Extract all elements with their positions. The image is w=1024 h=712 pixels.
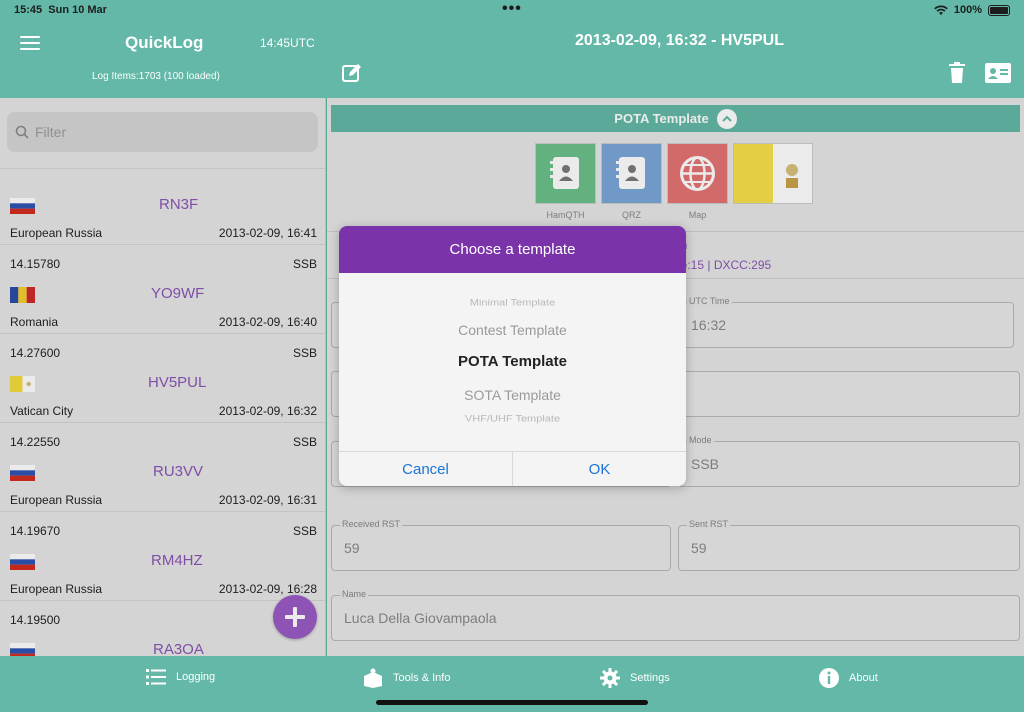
status-time: 15:45 xyxy=(14,4,43,16)
template-picker[interactable]: Minimal Template Contest Template POTA T… xyxy=(339,273,686,451)
utc-clock: 14:45UTC xyxy=(260,36,315,50)
dialog-title: Choose a template xyxy=(339,226,686,273)
battery-percent: 100% xyxy=(953,4,982,16)
status-time-date: 15:45 Sun 10 Mar xyxy=(14,4,107,16)
edit-icon[interactable] xyxy=(341,62,363,84)
tab-logging-label: Logging xyxy=(176,671,216,683)
picker-option[interactable]: Contest Template xyxy=(339,322,686,338)
tab-tools-info[interactable]: Tools & Info xyxy=(363,668,450,688)
dialog-buttons: Cancel OK xyxy=(339,451,686,486)
info-icon xyxy=(819,668,839,688)
hamburger-menu-icon[interactable] xyxy=(20,36,40,50)
detail-title: 2013-02-09, 16:32 - HV5PUL xyxy=(575,32,784,49)
log-count: Log Items:1703 (100 loaded) xyxy=(92,71,220,82)
cancel-button[interactable]: Cancel xyxy=(339,452,512,486)
tab-logging[interactable]: Logging xyxy=(146,668,215,686)
tab-about[interactable]: About xyxy=(819,668,878,688)
top-header: 15:45 Sun 10 Mar ••• 100% QuickLog 14:45… xyxy=(0,0,1024,98)
picker-option-selected[interactable]: POTA Template xyxy=(339,353,686,370)
status-right: 100% xyxy=(934,4,1010,16)
status-date: Sun 10 Mar xyxy=(48,4,107,16)
app-title: QuickLog xyxy=(125,33,204,52)
home-indicator[interactable] xyxy=(376,700,648,705)
gear-icon xyxy=(600,668,620,688)
multitask-dots[interactable]: ••• xyxy=(502,0,522,18)
picker-option[interactable]: VHF/UHF Template xyxy=(339,414,686,424)
ok-button[interactable]: OK xyxy=(512,452,686,486)
picker-option[interactable]: SOTA Template xyxy=(339,387,686,403)
picker-option[interactable]: Minimal Template xyxy=(339,298,686,308)
toolbox-icon xyxy=(364,668,382,688)
tab-tools-label: Tools & Info xyxy=(393,672,451,684)
trash-icon[interactable] xyxy=(948,62,966,84)
tab-settings-label: Settings xyxy=(630,672,670,684)
battery-icon xyxy=(988,4,1010,16)
contact-card-icon[interactable] xyxy=(984,62,1012,84)
wifi-icon xyxy=(934,5,948,15)
list-icon xyxy=(146,669,166,685)
tab-settings[interactable]: Settings xyxy=(600,668,670,688)
tab-about-label: About xyxy=(849,672,878,684)
choose-template-dialog: Choose a template Minimal Template Conte… xyxy=(339,226,686,486)
